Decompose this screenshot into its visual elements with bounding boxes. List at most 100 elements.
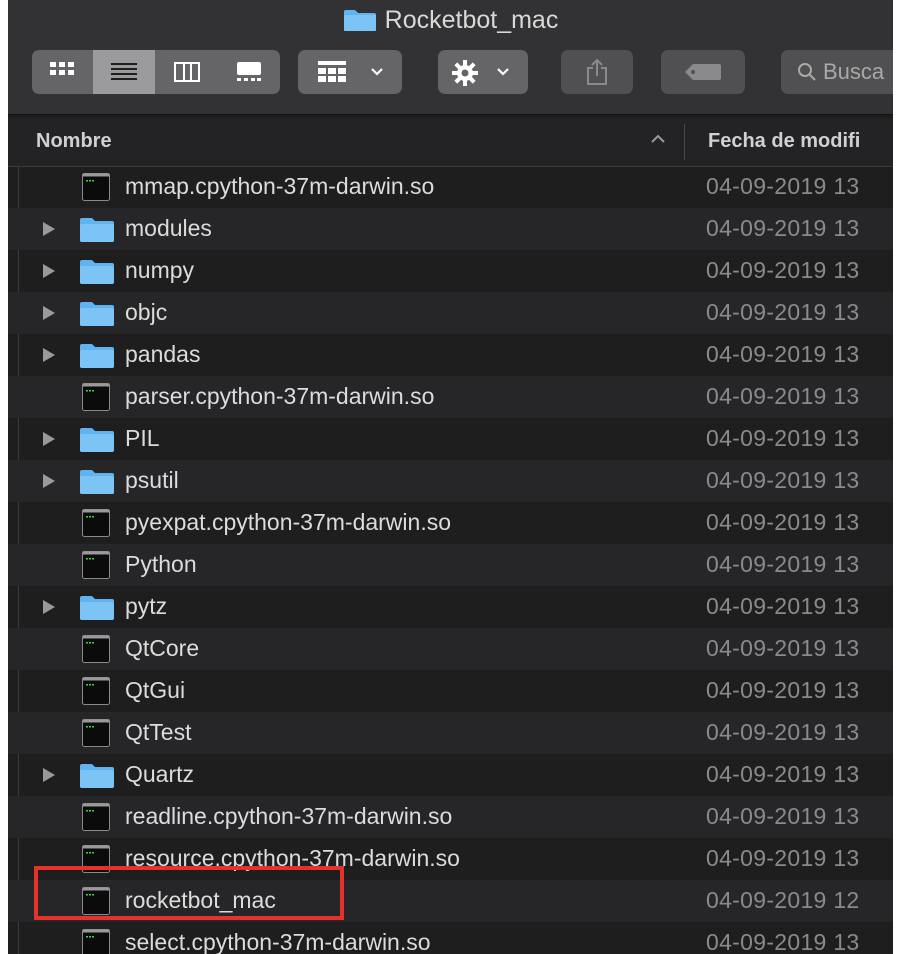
search-placeholder: Busca <box>823 59 885 84</box>
column-header: Nombre Fecha de modifi <box>8 118 893 167</box>
file-name: mmap.cpython-37m-darwin.so <box>125 173 435 199</box>
file-row[interactable]: pyexpat.cpython-37m-darwin.so 04-09-2019 … <box>8 502 893 544</box>
window-title-text: Rocketbot_mac <box>384 6 559 34</box>
file-name: QtGui <box>125 677 186 703</box>
file-row[interactable]: numpy 04-09-2019 13 <box>8 250 893 292</box>
file-row[interactable]: objc 04-09-2019 13 <box>8 292 893 334</box>
executable-file-icon <box>82 551 110 584</box>
folder-icon <box>80 258 114 289</box>
file-name: select.cpython-37m-darwin.so <box>125 929 431 954</box>
executable-file-icon <box>82 173 110 206</box>
disclosure-triangle-icon[interactable] <box>42 305 56 326</box>
file-date: 04-09-2019 13 <box>706 383 860 409</box>
disclosure-triangle-icon[interactable] <box>42 767 56 788</box>
tags-button[interactable] <box>661 50 745 94</box>
disclosure-triangle-icon[interactable] <box>42 599 56 620</box>
executable-file-icon <box>82 383 110 416</box>
file-row[interactable]: QtTest 04-09-2019 13 <box>8 712 893 754</box>
view-mode-control <box>32 50 280 94</box>
file-name: PIL <box>125 425 160 451</box>
file-row[interactable]: PIL 04-09-2019 13 <box>8 418 893 460</box>
file-name: modules <box>125 215 212 241</box>
executable-file-icon <box>82 509 110 542</box>
icon-view-button[interactable] <box>32 50 92 94</box>
file-date: 04-09-2019 12 <box>706 887 860 913</box>
chevron-down-icon <box>497 68 509 76</box>
file-name: pandas <box>125 341 201 367</box>
file-date: 04-09-2019 13 <box>706 173 860 199</box>
file-row[interactable]: psutil 04-09-2019 13 <box>8 460 893 502</box>
file-date: 04-09-2019 13 <box>706 929 860 954</box>
group-button[interactable] <box>298 50 402 94</box>
folder-icon <box>80 342 114 373</box>
disclosure-triangle-icon[interactable] <box>42 347 56 368</box>
disclosure-triangle-icon[interactable] <box>42 431 56 452</box>
file-row[interactable]: Python 04-09-2019 13 <box>8 544 893 586</box>
share-button[interactable] <box>561 50 633 94</box>
column-divider[interactable] <box>684 124 685 160</box>
sort-ascending-icon[interactable] <box>650 132 666 144</box>
columns-icon <box>174 62 200 82</box>
file-row[interactable]: QtCore 04-09-2019 13 <box>8 628 893 670</box>
file-row[interactable]: parser.cpython-37m-darwin.so 04-09-2019 1… <box>8 376 893 418</box>
list-view-button[interactable] <box>93 50 155 94</box>
folder-icon <box>80 468 114 499</box>
window-title: Rocketbot_mac <box>8 6 893 35</box>
folder-icon <box>343 10 376 31</box>
file-name: objc <box>125 299 168 325</box>
file-date: 04-09-2019 13 <box>706 425 860 451</box>
file-name: Python <box>125 551 197 577</box>
chevron-down-icon <box>371 68 383 76</box>
file-row[interactable]: pandas 04-09-2019 13 <box>8 334 893 376</box>
folder-icon <box>80 594 114 625</box>
file-date: 04-09-2019 13 <box>706 215 860 241</box>
file-row[interactable]: pytz 04-09-2019 13 <box>8 586 893 628</box>
file-row[interactable]: select.cpython-37m-darwin.so 04-09-2019 1… <box>8 922 893 954</box>
disclosure-triangle-icon[interactable] <box>42 473 56 494</box>
executable-file-icon <box>82 803 110 836</box>
action-button[interactable] <box>438 50 528 94</box>
file-name: numpy <box>125 257 195 283</box>
file-date: 04-09-2019 13 <box>706 719 860 745</box>
file-name: parser.cpython-37m-darwin.so <box>125 383 435 409</box>
file-row[interactable]: mmap.cpython-37m-darwin.so 04-09-2019 13 <box>8 166 893 208</box>
file-date: 04-09-2019 13 <box>706 761 860 787</box>
executable-file-icon <box>82 635 110 668</box>
highlight-box <box>34 866 344 920</box>
column-header-date[interactable]: Fecha de modifi <box>708 130 860 153</box>
file-name: Quartz <box>125 761 195 787</box>
column-view-button[interactable] <box>156 50 218 94</box>
executable-file-icon <box>82 677 110 710</box>
executable-file-icon <box>82 929 110 954</box>
folder-icon <box>80 300 114 331</box>
group-grid-icon <box>318 61 346 82</box>
gallery-view-button[interactable] <box>219 50 280 94</box>
title-bar: Rocketbot_mac Busca <box>8 0 893 115</box>
finder-window: Rocketbot_mac Busca Nombre Fecha de modi… <box>8 0 893 954</box>
tag-icon <box>685 64 721 80</box>
folder-icon <box>80 216 114 247</box>
executable-file-icon <box>82 719 110 752</box>
share-icon <box>587 58 607 85</box>
search-field[interactable]: Busca <box>781 50 893 94</box>
file-date: 04-09-2019 13 <box>706 467 860 493</box>
file-date: 04-09-2019 13 <box>706 677 860 703</box>
file-name: QtCore <box>125 635 200 661</box>
column-header-name[interactable]: Nombre <box>36 130 112 153</box>
file-row[interactable]: QtGui 04-09-2019 13 <box>8 670 893 712</box>
file-date: 04-09-2019 13 <box>706 845 860 871</box>
folder-icon <box>80 426 114 457</box>
file-row[interactable]: modules 04-09-2019 13 <box>8 208 893 250</box>
gear-icon <box>452 60 478 86</box>
file-date: 04-09-2019 13 <box>706 257 860 283</box>
file-name: QtTest <box>125 719 192 745</box>
file-name: pyexpat.cpython-37m-darwin.so <box>125 509 451 535</box>
disclosure-triangle-icon[interactable] <box>42 221 56 242</box>
search-icon <box>798 63 816 81</box>
file-date: 04-09-2019 13 <box>706 635 860 661</box>
file-name: psutil <box>125 467 179 493</box>
file-date: 04-09-2019 13 <box>706 509 860 535</box>
file-row[interactable]: Quartz 04-09-2019 13 <box>8 754 893 796</box>
disclosure-triangle-icon[interactable] <box>42 263 56 284</box>
file-row[interactable]: readline.cpython-37m-darwin.so 04-09-2019… <box>8 796 893 838</box>
